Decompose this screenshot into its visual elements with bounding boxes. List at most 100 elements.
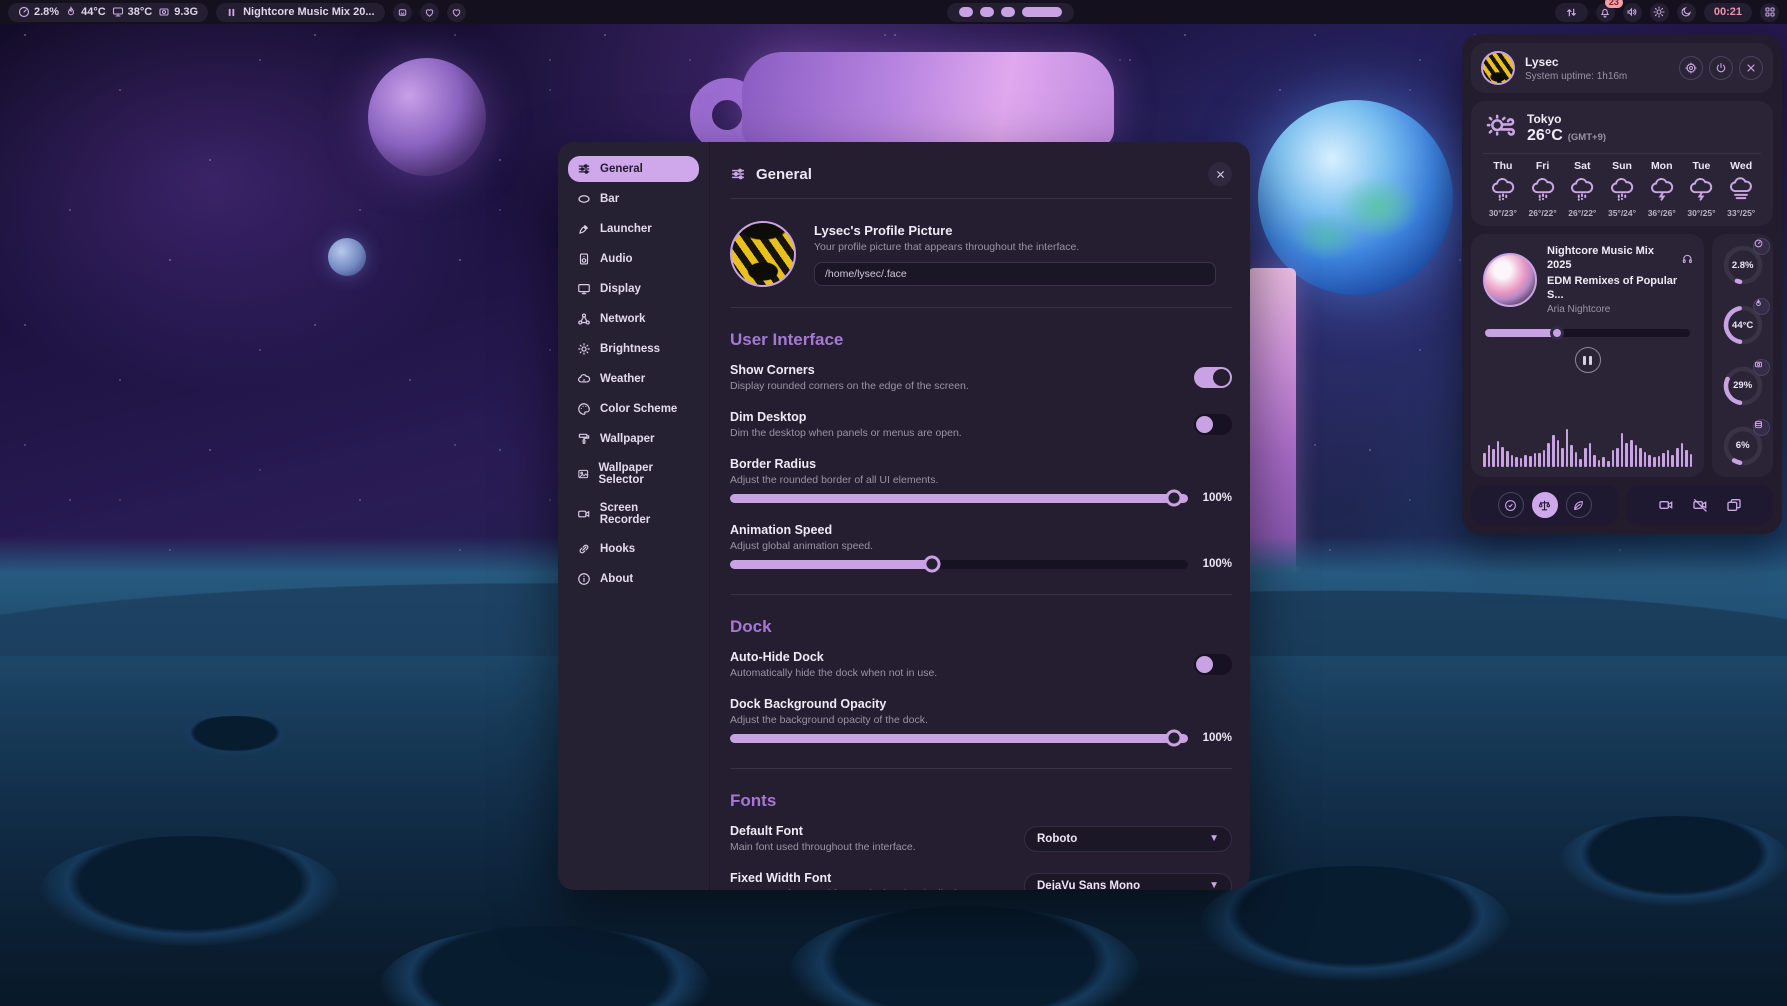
notifications-button[interactable]: 23 xyxy=(1596,3,1615,22)
power-profile-group xyxy=(1471,485,1618,525)
sidebar-label: Launcher xyxy=(600,223,652,235)
setting-subtitle: Adjust global animation speed. xyxy=(730,540,873,552)
profile-section: Lysec's Profile Picture Your profile pic… xyxy=(730,199,1232,307)
border-radius-slider-row: 100% xyxy=(730,488,1232,514)
balanced-profile-button[interactable] xyxy=(1532,492,1558,518)
media-progress[interactable] xyxy=(1485,329,1690,337)
cloud-rain-icon xyxy=(1609,177,1635,203)
close-panel-button[interactable] xyxy=(1739,56,1763,80)
visualizer-bar xyxy=(1511,455,1514,467)
settings-button[interactable] xyxy=(1679,56,1703,80)
sidebar-item-weather[interactable]: Weather xyxy=(568,366,699,392)
setting-row-default-font: Default Font Main font used throughout t… xyxy=(730,815,1232,862)
slider-knob[interactable] xyxy=(923,556,940,573)
sidebar-item-brightness[interactable]: Brightness xyxy=(568,336,699,362)
sidebar-label: Brightness xyxy=(600,343,660,355)
workspace-dot[interactable] xyxy=(959,7,973,17)
default-font-dropdown[interactable]: Roboto ▼ xyxy=(1024,826,1232,852)
like-button[interactable] xyxy=(447,3,466,22)
avatar[interactable] xyxy=(1481,51,1515,85)
speaker-icon xyxy=(1626,6,1638,18)
sidebar-item-network[interactable]: Network xyxy=(568,306,699,332)
pause-button[interactable] xyxy=(1575,347,1601,373)
setting-title: Dim Desktop xyxy=(730,410,962,424)
section-heading-user-interface: User Interface xyxy=(730,308,1232,354)
sidebar-item-wallpaper-selector[interactable]: Wallpaper Selector xyxy=(568,456,699,492)
dim-desktop-toggle[interactable] xyxy=(1194,414,1232,435)
auto-hide-dock-toggle[interactable] xyxy=(1194,654,1232,675)
power-button[interactable] xyxy=(1709,56,1733,80)
slider-knob[interactable] xyxy=(1166,730,1183,747)
dock-opacity-slider[interactable] xyxy=(730,734,1188,743)
close-icon xyxy=(1215,169,1226,180)
sidebar-item-about[interactable]: About xyxy=(568,566,699,592)
grid-icon xyxy=(1764,6,1776,18)
progress-knob[interactable] xyxy=(1550,326,1564,340)
audio-visualizer xyxy=(1483,421,1692,467)
profile-path-input[interactable] xyxy=(814,262,1216,286)
slider-knob[interactable] xyxy=(1166,490,1183,507)
sidebar-label: Bar xyxy=(600,193,619,205)
app-launcher-button[interactable] xyxy=(1760,3,1779,22)
camera-off-button[interactable] xyxy=(1687,492,1713,518)
bot-button[interactable] xyxy=(393,3,412,22)
cpu-gauge: 2.8% xyxy=(1720,242,1766,288)
workspace-active[interactable] xyxy=(1022,7,1062,17)
setting-title: Default Font xyxy=(730,824,916,838)
gauge-icon xyxy=(18,6,30,18)
profile-avatar[interactable] xyxy=(730,221,796,287)
sidebar-item-color-scheme[interactable]: Color Scheme xyxy=(568,396,699,422)
record-button[interactable] xyxy=(1653,492,1679,518)
crater xyxy=(40,836,340,946)
setting-row-fixed-font: Fixed Width Font Monospace font used for… xyxy=(730,862,1232,890)
setting-subtitle: Main font used throughout the interface. xyxy=(730,841,916,853)
cloud-bolt-icon xyxy=(1688,177,1714,203)
forecast-day: Sun 35°/24° xyxy=(1602,160,1642,218)
border-radius-slider[interactable] xyxy=(730,494,1188,503)
memory-icon xyxy=(158,6,170,18)
forecast-temps: 30°/23° xyxy=(1489,208,1517,218)
powersave-profile-button[interactable] xyxy=(1566,492,1592,518)
purple-planet xyxy=(368,58,486,176)
disk-gauge: 6% xyxy=(1720,423,1766,469)
chevron-down-icon: ▼ xyxy=(1209,880,1219,890)
workspace-dot[interactable] xyxy=(980,7,994,17)
bar-media-widget[interactable]: Nightcore Music Mix 20... xyxy=(216,3,384,22)
clock[interactable]: 00:21 xyxy=(1704,3,1752,22)
sidebar-label: Audio xyxy=(600,253,633,265)
animation-speed-slider[interactable] xyxy=(730,560,1188,569)
screenshare-button[interactable] xyxy=(1721,492,1747,518)
performance-profile-button[interactable] xyxy=(1498,492,1524,518)
workspace-dot[interactable] xyxy=(1001,7,1015,17)
pink-tower xyxy=(1248,268,1296,578)
show-corners-toggle[interactable] xyxy=(1194,367,1232,388)
sidebar-item-launcher[interactable]: Launcher xyxy=(568,216,699,242)
sidebar-item-hooks[interactable]: Hooks xyxy=(568,536,699,562)
sidebar-item-audio[interactable]: Audio xyxy=(568,246,699,272)
sidebar-item-general[interactable]: General xyxy=(568,156,699,182)
fixed-font-dropdown[interactable]: DejaVu Sans Mono ▼ xyxy=(1024,873,1232,891)
night-light-button[interactable] xyxy=(1677,3,1696,22)
brightness-button[interactable] xyxy=(1650,3,1669,22)
cloud-rain-icon xyxy=(1490,177,1516,203)
media-subtitle: EDM Remixes of Popular S... xyxy=(1547,274,1692,303)
volume-button[interactable] xyxy=(1623,3,1642,22)
link-icon xyxy=(577,542,591,556)
share-window-icon xyxy=(1726,497,1742,513)
camera-off-icon xyxy=(1692,497,1708,513)
network-button[interactable] xyxy=(1555,3,1588,22)
close-button[interactable] xyxy=(1208,162,1232,186)
forecast-day-name: Mon xyxy=(1651,160,1673,172)
visualizer-bar xyxy=(1644,452,1647,467)
media-subtitle-text: EDM Remixes of Popular S... xyxy=(1547,274,1692,303)
sidebar-item-wallpaper[interactable]: Wallpaper xyxy=(568,426,699,452)
sidebar-item-bar[interactable]: Bar xyxy=(568,186,699,212)
sidebar-item-display[interactable]: Display xyxy=(568,276,699,302)
favorite-button[interactable] xyxy=(420,3,439,22)
workspace-indicator[interactable] xyxy=(947,3,1074,22)
visualizer-bar xyxy=(1630,440,1633,467)
sidebar-item-screen-recorder[interactable]: Screen Recorder xyxy=(568,496,699,532)
visualizer-bar xyxy=(1515,457,1518,467)
close-icon xyxy=(1745,62,1757,74)
clock-time: 00:21 xyxy=(1714,6,1742,18)
